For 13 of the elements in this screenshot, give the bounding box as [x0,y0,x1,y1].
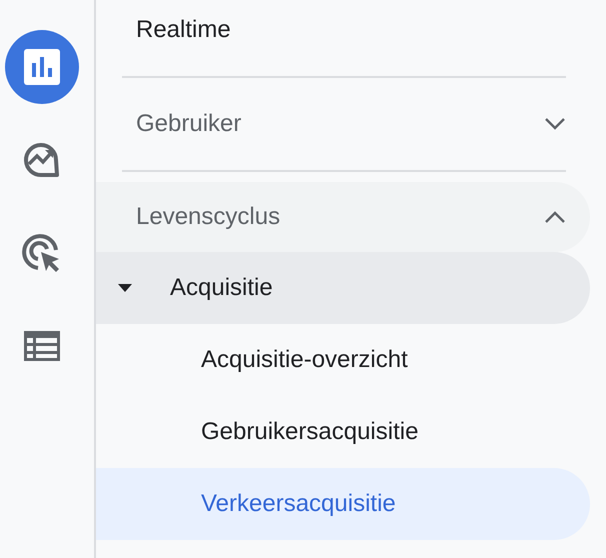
nav-group[interactable]: Gebruiker [96,78,590,170]
nav-item[interactable]: Gebruikersacquisitie [96,396,590,468]
caret-icon [118,284,132,292]
trend-chart-icon [22,140,62,180]
chevron-up-icon [544,210,566,224]
nav-group[interactable]: Levenscyclus [96,182,590,252]
chevron-down-icon [544,117,566,131]
nav-subgroup[interactable]: Acquisitie [96,252,590,324]
nav-item[interactable]: Realtime [96,0,590,60]
list-icon [24,331,60,361]
bar-chart-icon [24,49,60,85]
nav-item[interactable]: Verkeersacquisitie [96,468,590,540]
nav-item[interactable]: Acquisitie-overzicht [96,324,590,396]
